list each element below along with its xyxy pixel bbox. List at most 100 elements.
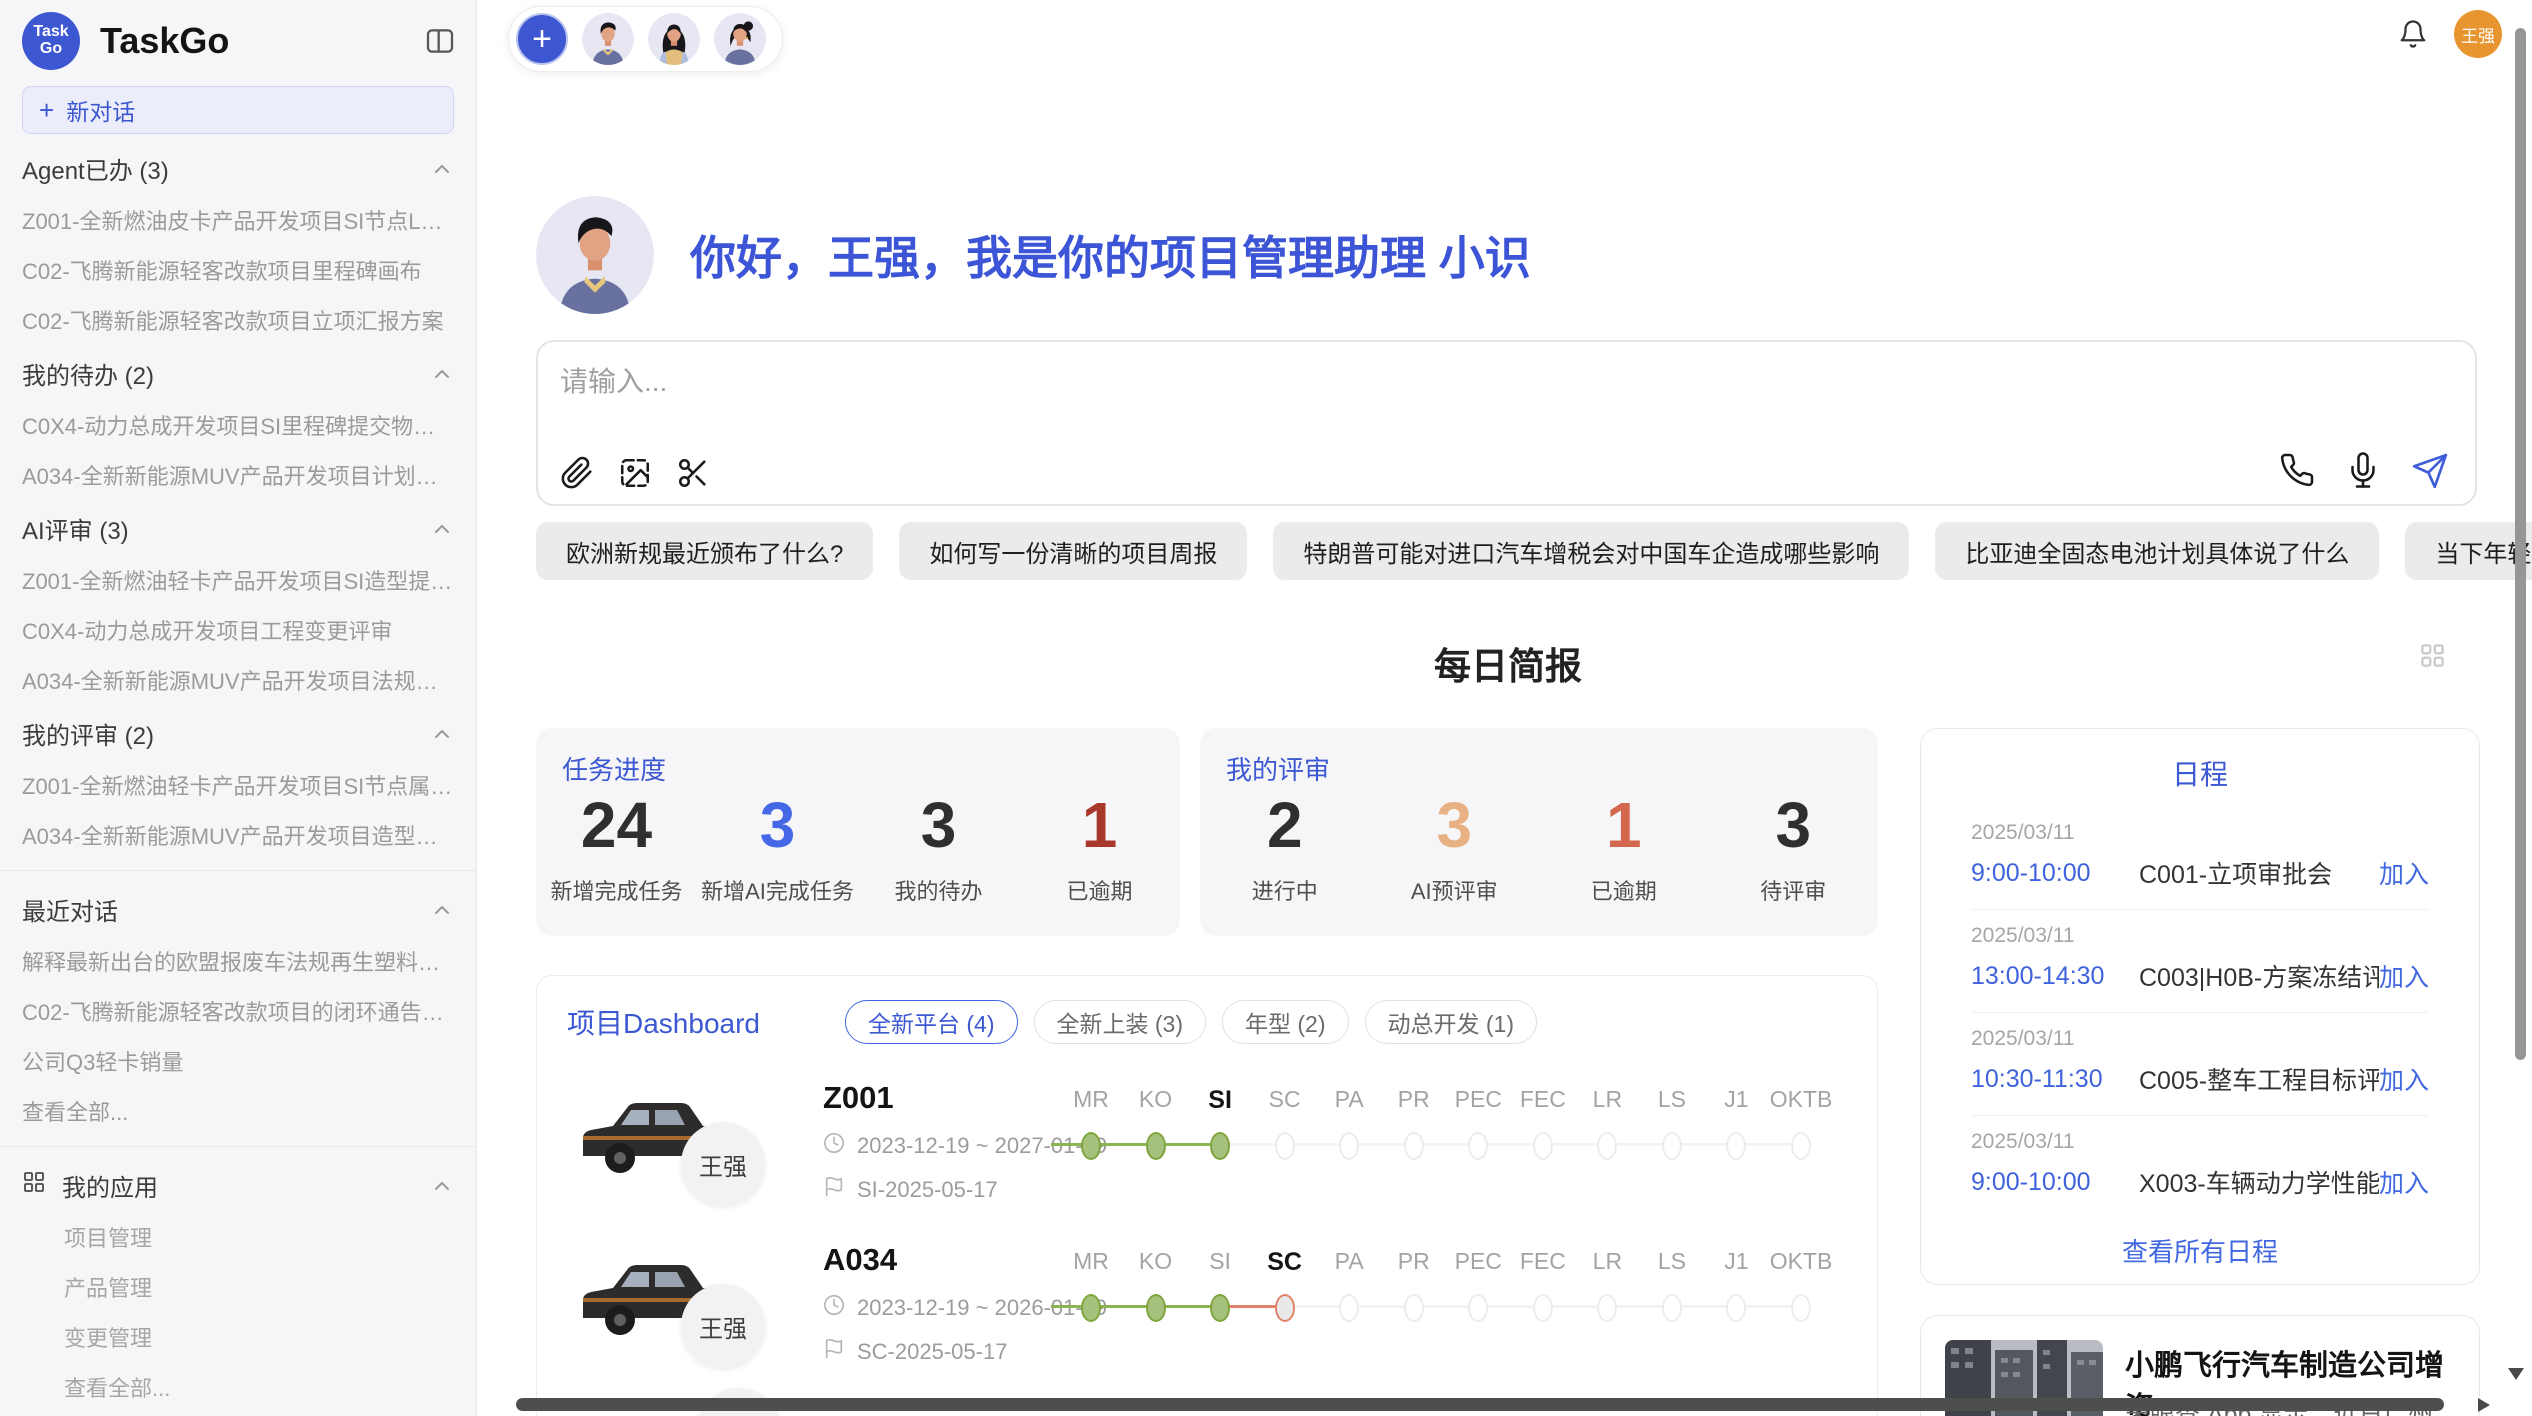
sidebar-group-header[interactable]: 我的评审 (2)	[0, 705, 476, 760]
sidebar-item[interactable]: 产品管理	[0, 1262, 476, 1312]
milestone-node	[1339, 1294, 1359, 1322]
milestone-node	[1210, 1294, 1230, 1322]
stat-value: 3	[858, 790, 1019, 860]
suggestion-chip[interactable]: 特朗普可能对进口汽车增税会对中国车企造成哪些影响	[1273, 522, 1909, 580]
join-link[interactable]: 加入	[2379, 855, 2429, 891]
milestone-label: LR	[1593, 1248, 1622, 1275]
user-avatar[interactable]: 王强	[2454, 10, 2502, 58]
sidebar-item[interactable]: A034-全新新能源MUV产品开发项目造型可行性评审	[0, 810, 476, 860]
sidebar-item-folder-icon[interactable]: 我的云空间	[0, 1412, 476, 1416]
paperclip-icon[interactable]	[560, 456, 594, 490]
join-link[interactable]: 加入	[2379, 1061, 2429, 1097]
scroll-down-arrow[interactable]	[2508, 1368, 2524, 1380]
sidebar-item[interactable]: 查看全部...	[0, 1086, 476, 1136]
milestone-node	[1726, 1294, 1746, 1322]
project-row[interactable]: 王强A0342023-12-19 ~ 2026-01-19SC-2025-05-…	[537, 1234, 1877, 1384]
sidebar-item[interactable]: Z001-全新燃油轻卡产品开发项目SI造型提交物评审	[0, 555, 476, 605]
chevron-up-icon[interactable]	[430, 362, 454, 386]
chevron-up-icon[interactable]	[430, 517, 454, 541]
sidebar-group-header[interactable]: AI评审 (3)	[0, 500, 476, 555]
stat-card: 我的评审2进行中3AI预评审1已逾期3待评审	[1200, 728, 1878, 936]
chevron-up-icon[interactable]	[430, 157, 454, 181]
sidebar-item[interactable]: 公司Q3轻卡销量	[0, 1036, 476, 1086]
sidebar-item[interactable]: 解释最新出台的欧盟报废车法规再生塑料比例被调至15%...	[0, 936, 476, 986]
suggestion-chip[interactable]: 如何写一份清晰的项目周报	[899, 522, 1247, 580]
logo-line1: Task	[33, 24, 68, 41]
chevron-up-icon[interactable]	[430, 898, 454, 922]
group-title: 我的评审 (2)	[22, 716, 154, 751]
vertical-scrollbar[interactable]	[2515, 28, 2526, 1060]
scroll-right-arrow[interactable]	[2478, 1398, 2490, 1412]
chevron-up-icon[interactable]	[430, 1174, 454, 1198]
add-member-button[interactable]: +	[516, 13, 568, 65]
suggestion-chip[interactable]: 比亚迪全固态电池计划具体说了什么	[1935, 522, 2379, 580]
member-avatar[interactable]	[714, 13, 766, 65]
sidebar-group-header[interactable]: 我的待办 (2)	[0, 345, 476, 400]
image-attach-icon[interactable]	[618, 456, 652, 490]
new-chat-button[interactable]: + 新对话	[22, 86, 454, 134]
scissors-icon[interactable]	[676, 456, 710, 490]
stat: 3新增AI完成任务	[697, 790, 858, 906]
sidebar-item[interactable]: C0X4-动力总成开发项目SI里程碑提交物检查	[0, 400, 476, 450]
sidebar-item[interactable]: A034-全新新能源MUV产品开发项目计划变更表编写	[0, 450, 476, 500]
member-avatar[interactable]	[582, 13, 634, 65]
project-owner-badge: 王强	[681, 1284, 765, 1368]
milestone-node	[1146, 1294, 1166, 1322]
milestone-node	[1081, 1294, 1101, 1322]
milestone-node	[1662, 1132, 1682, 1160]
milestone-label: MR	[1073, 1248, 1109, 1275]
sidebar-item[interactable]: 变更管理	[0, 1312, 476, 1362]
sidebar-item[interactable]: C02-飞腾新能源轻客改款项目的闭环通告反馈情况	[0, 986, 476, 1036]
sidebar-item[interactable]: 查看全部...	[0, 1362, 476, 1412]
member-avatar[interactable]	[648, 13, 700, 65]
sidebar-item[interactable]: C0X4-动力总成开发项目工程变更评审	[0, 605, 476, 655]
join-link[interactable]: 加入	[2379, 958, 2429, 994]
milestone-label: FEC	[1520, 1086, 1566, 1113]
sidebar-item[interactable]: C02-飞腾新能源轻客改款项目里程碑画布	[0, 245, 476, 295]
message-input[interactable]	[560, 360, 1760, 420]
stat-label: 进行中	[1200, 874, 1370, 906]
sidebar-group-header[interactable]: 我的应用	[0, 1157, 476, 1212]
sidebar-collapse-icon[interactable]	[424, 25, 456, 57]
stat: 3AI预评审	[1370, 790, 1540, 906]
notification-bell-icon[interactable]	[2398, 19, 2428, 49]
sidebar-item[interactable]: 项目管理	[0, 1212, 476, 1262]
divider	[0, 1146, 476, 1147]
chevron-up-icon[interactable]	[430, 722, 454, 746]
sidebar-item[interactable]: Z001-全新燃油轻卡产品开发项目SI节点属性5D文件评审	[0, 760, 476, 810]
milestone-node	[1468, 1294, 1488, 1322]
sidebar-group-header[interactable]: 最近对话	[0, 881, 476, 936]
milestone-timeline: MRKOSISCPAPRPECFECLRLSJ1OKTB	[1091, 1086, 1801, 1196]
dashboard-tab[interactable]: 全新上装 (3)	[1034, 1000, 1207, 1044]
join-link[interactable]: 加入	[2379, 1164, 2429, 1200]
microphone-icon[interactable]	[2345, 452, 2381, 490]
schedule-event: 2025/03/1110:30-11:30C005-整车工程目标评审加入	[1971, 1013, 2429, 1116]
sidebar-group: 最近对话解释最新出台的欧盟报废车法规再生塑料比例被调至15%...C02-飞腾新…	[0, 881, 476, 1136]
project-row[interactable]: 王强Z0012023-12-19 ~ 2027-01-19SI-2025-05-…	[537, 1072, 1877, 1222]
horizontal-scrollbar[interactable]	[516, 1398, 2444, 1411]
project-owner-badge: 王强	[681, 1122, 765, 1206]
phone-icon[interactable]	[2279, 452, 2315, 490]
suggestion-chip[interactable]: 欧洲新规最近颁布了什么?	[536, 522, 873, 580]
project-dates: 2023-12-19 ~ 2027-01-19	[857, 1133, 1107, 1159]
dashboard-tab[interactable]: 全新平台 (4)	[845, 1000, 1018, 1044]
schedule-card: 日程 2025/03/119:00-10:00C001-立项审批会加入2025/…	[1920, 728, 2480, 1285]
logo-line2: Go	[40, 41, 62, 58]
sidebar-group-header[interactable]: Agent已办 (3)	[0, 140, 476, 195]
sidebar-item[interactable]: C02-飞腾新能源轻客改款项目立项汇报方案	[0, 295, 476, 345]
dashboard-tab[interactable]: 动总开发 (1)	[1365, 1000, 1538, 1044]
project-milestone-date: SC-2025-05-17	[857, 1339, 1007, 1365]
project-dates: 2023-12-19 ~ 2026-01-19	[857, 1295, 1107, 1321]
project-code: Z001	[823, 1080, 1107, 1116]
dashboard-title: 项目Dashboard	[567, 1002, 845, 1042]
sidebar-item[interactable]: A034-全新新能源MUV产品开发项目法规符合性评审	[0, 655, 476, 705]
milestone-node	[1662, 1294, 1682, 1322]
stat: 24新增完成任务	[536, 790, 697, 906]
suggestion-chip[interactable]: 当下年轻人对汽车外观有怎样的喜好趋势	[2405, 522, 2532, 580]
layout-grid-icon[interactable]	[2419, 642, 2446, 674]
sidebar-item[interactable]: Z001-全新燃油皮卡产品开发项目SI节点Lesson Learn报告	[0, 195, 476, 245]
dashboard-tab[interactable]: 年型 (2)	[1222, 1000, 1349, 1044]
view-all-schedule-link[interactable]: 查看所有日程	[1971, 1232, 2429, 1269]
send-icon[interactable]	[2411, 452, 2449, 490]
clock-icon	[823, 1294, 845, 1322]
